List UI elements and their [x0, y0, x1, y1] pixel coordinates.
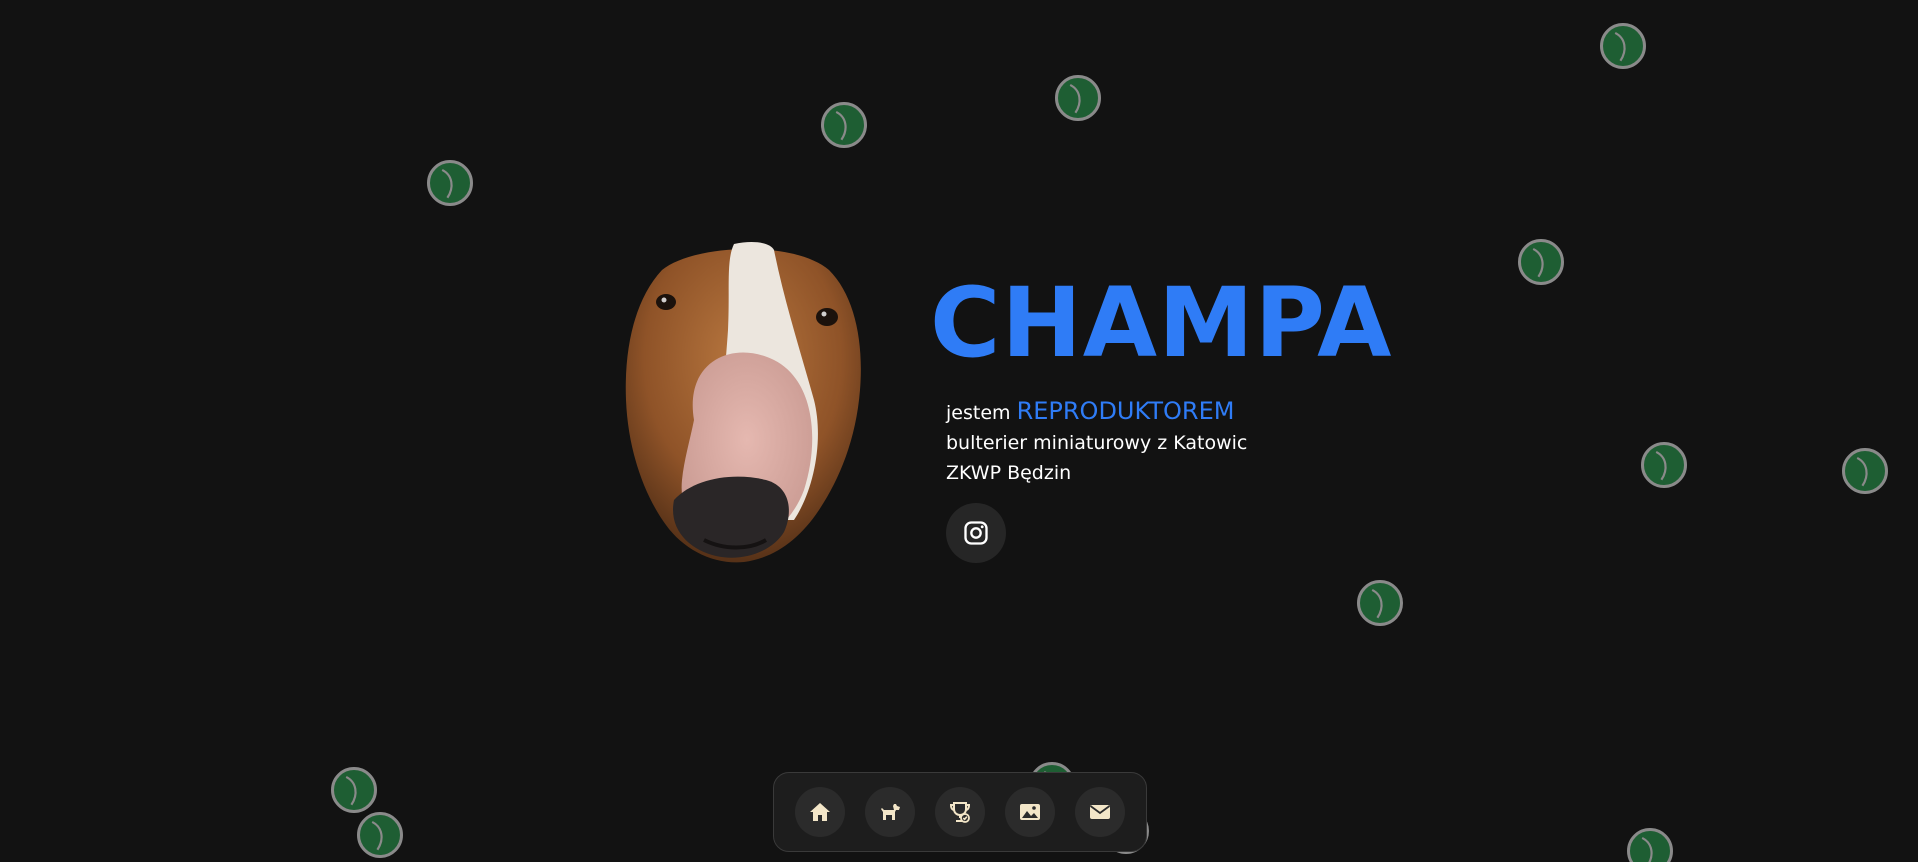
- trophy-icon: [949, 802, 971, 823]
- home-icon: [810, 803, 830, 821]
- dog-head-image: [625, 242, 861, 563]
- tennis-ball-icon: [1055, 75, 1101, 121]
- bio-line-2: bulterier miniaturowy z Katowic: [946, 432, 1248, 454]
- dog-icon: [881, 804, 900, 820]
- tennis-ball-icon: [821, 102, 867, 148]
- tennis-ball-icon: [1627, 828, 1673, 862]
- instagram-button[interactable]: [946, 503, 1006, 563]
- page: CHAMPA jestem REPRODUKTOREM bulterier mi…: [0, 0, 1918, 862]
- envelope-icon: [1089, 805, 1111, 819]
- nav-dog-button[interactable]: [865, 787, 915, 837]
- dog-name-title: CHAMPA: [930, 267, 1393, 379]
- tennis-ball-icon: [1357, 580, 1403, 626]
- tennis-ball-icon: [357, 812, 403, 858]
- tennis-ball-icon: [427, 160, 473, 206]
- tennis-ball-icon: [331, 767, 377, 813]
- tennis-ball-icon: [1600, 23, 1646, 69]
- tennis-ball-icon: [1518, 239, 1564, 285]
- tennis-ball-icon: [1641, 442, 1687, 488]
- bio-prefix: jestem: [946, 402, 1011, 424]
- nav-home-button[interactable]: [795, 787, 845, 837]
- bio-line-3: ZKWP Będzin: [946, 462, 1072, 484]
- bottom-dock-nav: [773, 772, 1147, 852]
- nav-contact-button[interactable]: [1075, 787, 1125, 837]
- tennis-ball-icon: [1842, 448, 1888, 494]
- nav-trophy-button[interactable]: [935, 787, 985, 837]
- image-icon: [1020, 804, 1040, 820]
- bio-block: jestem REPRODUKTOREM bulterier miniaturo…: [946, 396, 1247, 488]
- nav-gallery-button[interactable]: [1005, 787, 1055, 837]
- instagram-icon: [964, 521, 988, 545]
- bio-line-1: jestem REPRODUKTOREM: [946, 396, 1247, 428]
- bio-highlight: REPRODUKTOREM: [1016, 397, 1235, 425]
